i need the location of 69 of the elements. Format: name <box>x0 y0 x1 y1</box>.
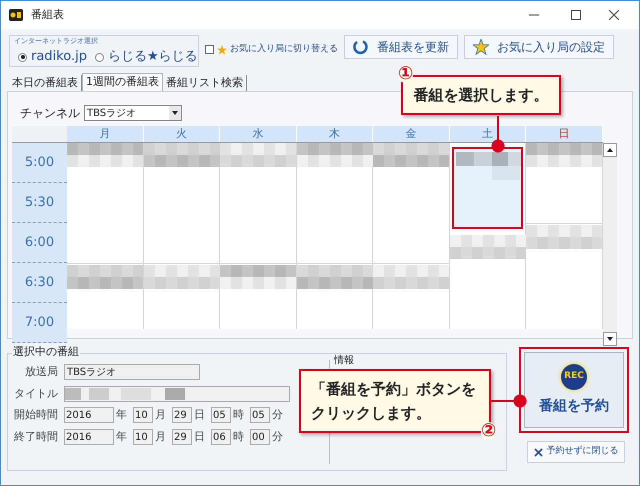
close-without-reserving-button[interactable]: 予約せずに閉じる <box>527 441 625 463</box>
time-field[interactable]: 05 <box>211 407 231 424</box>
field-label: 終了時間 <box>13 428 58 444</box>
day-header-cell: 木 <box>296 126 373 142</box>
time-slot-cell: 6:30 <box>12 263 67 303</box>
day-header-cell: 火 <box>144 126 220 142</box>
time-slot-cell: 5:00 <box>12 143 67 183</box>
time-field[interactable]: 29 <box>172 407 192 424</box>
unit-label: 月 <box>155 428 166 444</box>
channel-label: チャンネル <box>20 105 80 122</box>
scroll-down-icon[interactable] <box>603 332 617 346</box>
group-title: 選択中の番組 <box>12 346 80 357</box>
blurred-program-drawing <box>456 152 522 180</box>
time-field[interactable]: 06 <box>211 428 231 445</box>
time-slot-cell: 6:00 <box>12 223 67 263</box>
day-header-cell: 日 <box>526 126 602 142</box>
window-title: 番組表 <box>31 6 64 23</box>
callout-text: クリックします。 <box>311 403 432 424</box>
dropdown-caret-icon <box>169 106 181 120</box>
unit-label: 日 <box>194 407 205 423</box>
field-label: 放送局 <box>24 364 58 380</box>
maximize-icon[interactable] <box>571 10 581 20</box>
step-number-badge: ① <box>398 65 414 83</box>
unit-label: 分 <box>272 407 283 423</box>
time-field[interactable]: 29 <box>172 428 192 445</box>
scroll-up-icon[interactable] <box>603 143 617 157</box>
info-label: 情報 <box>334 355 354 367</box>
refresh-icon <box>353 39 369 55</box>
radio-option[interactable]: らじる★らじる <box>94 49 198 65</box>
day-header-cell: 土 <box>450 126 526 142</box>
unit-label: 年 <box>116 428 127 444</box>
day-header-cell: 水 <box>220 126 296 142</box>
favorite-settings-button[interactable]: お気に入り局の設定 <box>464 35 614 59</box>
time-field[interactable]: 2016 <box>64 407 114 424</box>
channel-dropdown[interactable]: TBSラジオ <box>84 105 182 121</box>
time-field[interactable]: 10 <box>133 428 153 445</box>
day-header-cell: 月 <box>67 126 144 142</box>
star-icon <box>217 44 227 55</box>
time-field[interactable]: 00 <box>250 428 270 445</box>
station-field: TBSラジオ <box>64 364 200 380</box>
tab[interactable]: 1週間の番組表 <box>82 73 163 91</box>
unit-label: 月 <box>155 407 166 423</box>
callout-text: 番組を選択します。 <box>414 84 548 106</box>
reserve-button[interactable]: REC 番組を予約 <box>524 352 624 428</box>
close-icon[interactable] <box>609 10 619 20</box>
radio-option[interactable]: radiko.jp <box>18 49 87 65</box>
close-icon <box>534 448 542 456</box>
selected-program-cell[interactable] <box>452 147 523 229</box>
vertical-scrollbar[interactable] <box>603 143 617 346</box>
time-field[interactable]: 05 <box>250 407 270 424</box>
refresh-button[interactable]: 番組表を更新 <box>344 35 458 59</box>
unit-label: 日 <box>194 428 205 444</box>
unit-label: 時 <box>233 407 244 423</box>
time-field[interactable]: 2016 <box>64 428 114 445</box>
unit-label: 時 <box>233 428 244 444</box>
favorite-checkbox[interactable]: お気に入り局に切り替える <box>205 43 338 56</box>
time-field[interactable]: 10 <box>133 407 153 424</box>
rec-badge: REC <box>561 364 587 390</box>
callout-text: 「番組を予約」ボタンを <box>311 379 477 400</box>
star-icon <box>473 39 489 55</box>
field-label: 開始時間 <box>13 407 58 423</box>
field-label: タイトル <box>13 386 58 402</box>
radio-app-icon <box>9 9 23 21</box>
time-slot-cell: 5:30 <box>12 183 67 223</box>
time-slot-cell: 7:00 <box>12 303 67 343</box>
unit-label: 年 <box>116 407 127 423</box>
unit-label: 分 <box>272 428 283 444</box>
step-number-badge: ② <box>481 422 496 440</box>
day-header-cell: 金 <box>373 126 450 142</box>
